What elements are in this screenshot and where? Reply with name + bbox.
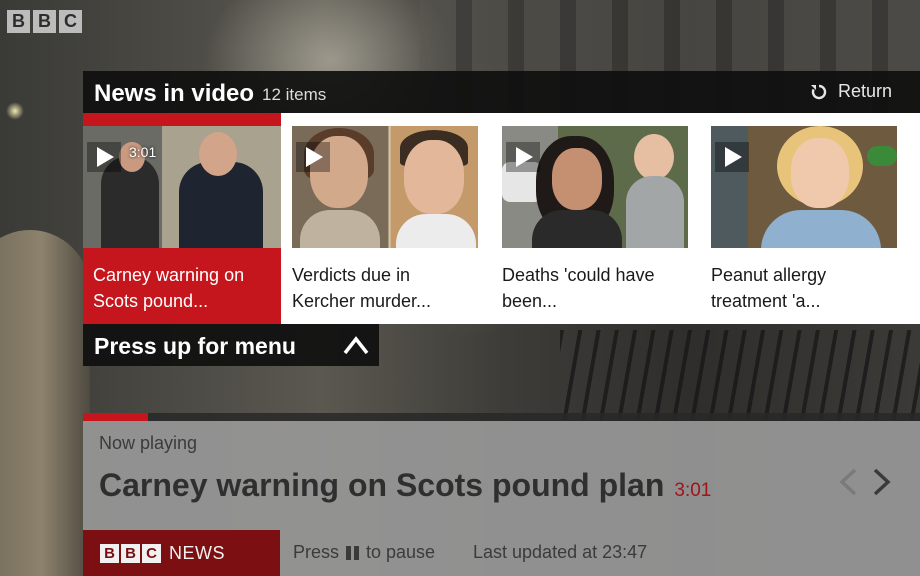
item-count: 12 items	[262, 85, 327, 104]
play-icon	[87, 142, 121, 172]
chevron-right-icon[interactable]	[872, 467, 892, 497]
pause-icon	[346, 545, 360, 560]
progress-bar[interactable]	[83, 413, 920, 421]
video-duration: 3:01	[129, 144, 157, 160]
now-playing-label: Now playing	[99, 433, 198, 453]
chevron-up-icon	[343, 336, 369, 355]
menu-hint[interactable]: Press up for menu	[83, 324, 379, 366]
last-updated: Last updated at 23:47	[473, 542, 648, 562]
bbc-news-logo-letter: B	[100, 543, 119, 563]
carousel-item[interactable]: Deaths 'could have been...	[492, 113, 690, 324]
video-title-line: treatment 'a...	[711, 291, 821, 311]
bbc-news-logo-letter: C	[142, 543, 161, 563]
play-icon	[296, 142, 330, 172]
background-person	[0, 230, 90, 576]
carousel-item[interactable]: Peanut allergy treatment 'a...	[701, 113, 899, 324]
pause-hint: Press to pause	[293, 542, 435, 563]
video-thumbnail	[292, 126, 478, 248]
carousel-item[interactable]: 3:01 Carney warning on Scots pound...	[83, 113, 281, 324]
bbc-news-logo: B B C NEWS	[83, 530, 280, 576]
bbc-logo: B B C	[7, 10, 82, 33]
bbc-news-logo-letter: B	[121, 543, 140, 563]
video-title-line: Peanut allergy	[711, 265, 827, 285]
video-title-line: been...	[502, 291, 558, 311]
menu-hint-label: Press up for menu	[94, 333, 296, 359]
chevron-left-icon[interactable]	[838, 467, 858, 497]
return-label: Return	[837, 81, 892, 101]
pause-hint-prefix: Press	[293, 542, 340, 562]
return-icon	[810, 83, 828, 101]
now-playing-title: Carney warning on Scots pound plan	[99, 467, 665, 503]
video-title-line: Deaths 'could have	[502, 265, 655, 285]
bbc-logo-letter: C	[59, 10, 82, 33]
return-button[interactable]: Return	[810, 81, 892, 102]
video-thumbnail: 3:01	[83, 126, 281, 248]
bbc-news-logo-word: NEWS	[169, 542, 225, 563]
play-icon	[715, 142, 749, 172]
now-playing-title-row: Carney warning on Scots pound plan 3:01	[99, 467, 711, 504]
progress-fill	[83, 413, 149, 421]
video-title-line: Scots pound...	[93, 291, 209, 311]
header-bar: News in video 12 items Return	[83, 71, 920, 113]
video-thumbnail	[502, 126, 688, 248]
video-title: Deaths 'could have been...	[502, 262, 688, 314]
nav-arrows	[838, 467, 892, 497]
video-title: Verdicts due in Kercher murder...	[292, 262, 478, 314]
page-title: News in video	[94, 80, 255, 107]
selection-indicator	[83, 113, 281, 125]
status-bar: B B C NEWS Press to pause Last updated a…	[83, 530, 920, 576]
video-thumbnail	[711, 126, 897, 248]
video-title-line: Kercher murder...	[292, 291, 432, 311]
background-railing	[560, 330, 920, 420]
video-title: Carney warning on Scots pound...	[93, 262, 279, 314]
video-carousel: 3:01 Carney warning on Scots pound... Ve…	[83, 113, 920, 324]
video-title-line: Verdicts due in	[292, 265, 411, 285]
bbc-logo-letter: B	[33, 10, 56, 33]
play-icon	[506, 142, 540, 172]
bbc-logo-letter: B	[7, 10, 30, 33]
pause-hint-suffix: to pause	[366, 542, 436, 562]
background-lamp	[6, 102, 24, 120]
now-playing-duration: 3:01	[674, 480, 712, 501]
carousel-item[interactable]: Verdicts due in Kercher murder...	[282, 113, 480, 324]
video-title-line: Carney warning on	[93, 265, 245, 285]
video-title: Peanut allergy treatment 'a...	[711, 262, 897, 314]
now-playing-panel: Now playing Carney warning on Scots poun…	[83, 421, 920, 576]
